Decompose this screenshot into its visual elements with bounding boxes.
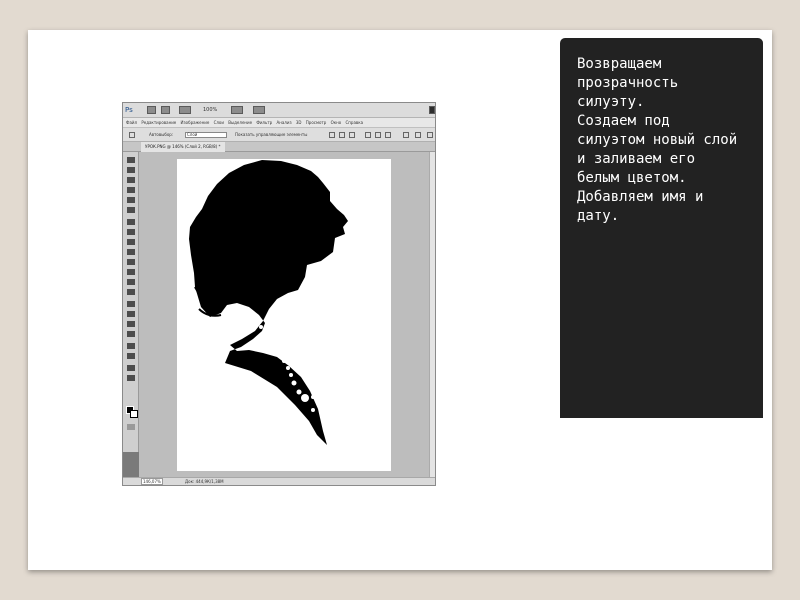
quick-select-tool-icon[interactable] <box>127 187 135 193</box>
autoselect-label[interactable]: Автовыбор: <box>149 128 173 142</box>
distribute-bottom-icon[interactable] <box>385 132 391 138</box>
menu-bar: Файл Редактирование Изображение Слои Выд… <box>123 118 435 128</box>
align-middle-icon[interactable] <box>339 132 345 138</box>
options-bar: Автовыбор: Слой Показать управляющие эле… <box>123 128 435 142</box>
bridge-button[interactable] <box>147 106 156 114</box>
background-color-swatch[interactable] <box>130 410 138 418</box>
menu-item[interactable]: 3D <box>296 118 302 127</box>
shape-tool-icon[interactable] <box>127 331 135 337</box>
align-bottom-icon[interactable] <box>349 132 355 138</box>
move-tool-icon[interactable] <box>129 132 135 138</box>
ps-logo-icon: Ps <box>125 106 133 114</box>
eraser-tool-icon[interactable] <box>127 259 135 265</box>
align-center-icon[interactable] <box>415 132 421 138</box>
menu-item[interactable]: Фильтр <box>256 118 272 127</box>
distribute-top-icon[interactable] <box>365 132 371 138</box>
menu-item[interactable]: Окно <box>331 118 342 127</box>
history-brush-tool-icon[interactable] <box>127 249 135 255</box>
zoom-level[interactable]: 100% <box>203 105 217 115</box>
type-tool-icon[interactable] <box>127 311 135 317</box>
menu-item[interactable]: Просмотр <box>306 118 327 127</box>
photoshop-screenshot: Ps 100% Файл Редактирование Изображение … <box>122 102 436 486</box>
gradient-tool-icon[interactable] <box>127 269 135 275</box>
workspace-button[interactable] <box>429 106 435 114</box>
app-bar: Ps 100% <box>123 103 435 118</box>
silhouette-image <box>189 160 348 445</box>
woman-profile-silhouette <box>189 160 348 445</box>
distribute-middle-icon[interactable] <box>375 132 381 138</box>
extras-button[interactable] <box>179 106 191 114</box>
eyedropper-tool-icon[interactable] <box>127 207 135 213</box>
align-left-icon[interactable] <box>403 132 409 138</box>
autoselect-select[interactable]: Слой <box>185 132 227 138</box>
instruction-text: Возвращаем прозрачность силуэту. Создаем… <box>577 56 738 224</box>
canvas-area[interactable] <box>139 152 435 477</box>
screen-mode-button[interactable] <box>253 106 265 114</box>
minibridge-button[interactable] <box>161 106 170 114</box>
healing-tool-icon[interactable] <box>127 219 135 225</box>
instruction-panel: Возвращаем прозрачность силуэту. Создаем… <box>560 38 763 418</box>
document-tab-bar: УРОК.PNG @ 146% (Слой 2, RGB/8) * <box>123 142 435 152</box>
menu-item[interactable]: Редактирование <box>141 118 176 127</box>
document-canvas[interactable] <box>177 159 391 471</box>
tools-panel <box>123 152 139 477</box>
menu-item[interactable]: Изображение <box>181 118 210 127</box>
move-tool-icon[interactable] <box>127 157 135 163</box>
menu-item[interactable]: Слои <box>214 118 224 127</box>
quick-mask-icon[interactable] <box>127 424 135 430</box>
dodge-tool-icon[interactable] <box>127 289 135 295</box>
status-bar: 146,07% Док: 444,9К/1,38М <box>123 477 435 485</box>
3d-rotate-tool-icon[interactable] <box>127 343 135 349</box>
transform-controls-label[interactable]: Показать управляющие элементы <box>235 128 307 142</box>
hand-tool-icon[interactable] <box>127 365 135 371</box>
tools-panel-bottom <box>123 452 139 477</box>
3d-camera-tool-icon[interactable] <box>127 353 135 359</box>
lasso-tool-icon[interactable] <box>127 177 135 183</box>
pen-tool-icon[interactable] <box>127 301 135 307</box>
blur-tool-icon[interactable] <box>127 279 135 285</box>
menu-item[interactable]: Справка <box>346 118 364 127</box>
menu-item[interactable]: Файл <box>126 118 137 127</box>
stamp-tool-icon[interactable] <box>127 239 135 245</box>
path-select-tool-icon[interactable] <box>127 321 135 327</box>
align-top-icon[interactable] <box>329 132 335 138</box>
document-tab[interactable]: УРОК.PNG @ 146% (Слой 2, RGB/8) * <box>141 142 225 152</box>
zoom-tool-icon[interactable] <box>127 375 135 381</box>
marquee-tool-icon[interactable] <box>127 167 135 173</box>
menu-item[interactable]: Выделение <box>228 118 252 127</box>
zoom-field[interactable]: 146,07% <box>141 478 163 485</box>
menu-item[interactable]: Анализ <box>276 118 291 127</box>
align-right-icon[interactable] <box>427 132 433 138</box>
brush-tool-icon[interactable] <box>127 229 135 235</box>
crop-tool-icon[interactable] <box>127 197 135 203</box>
vertical-scrollbar[interactable] <box>429 152 435 477</box>
doc-size: Док: 444,9К/1,38М <box>185 479 224 484</box>
arrange-button[interactable] <box>231 106 243 114</box>
